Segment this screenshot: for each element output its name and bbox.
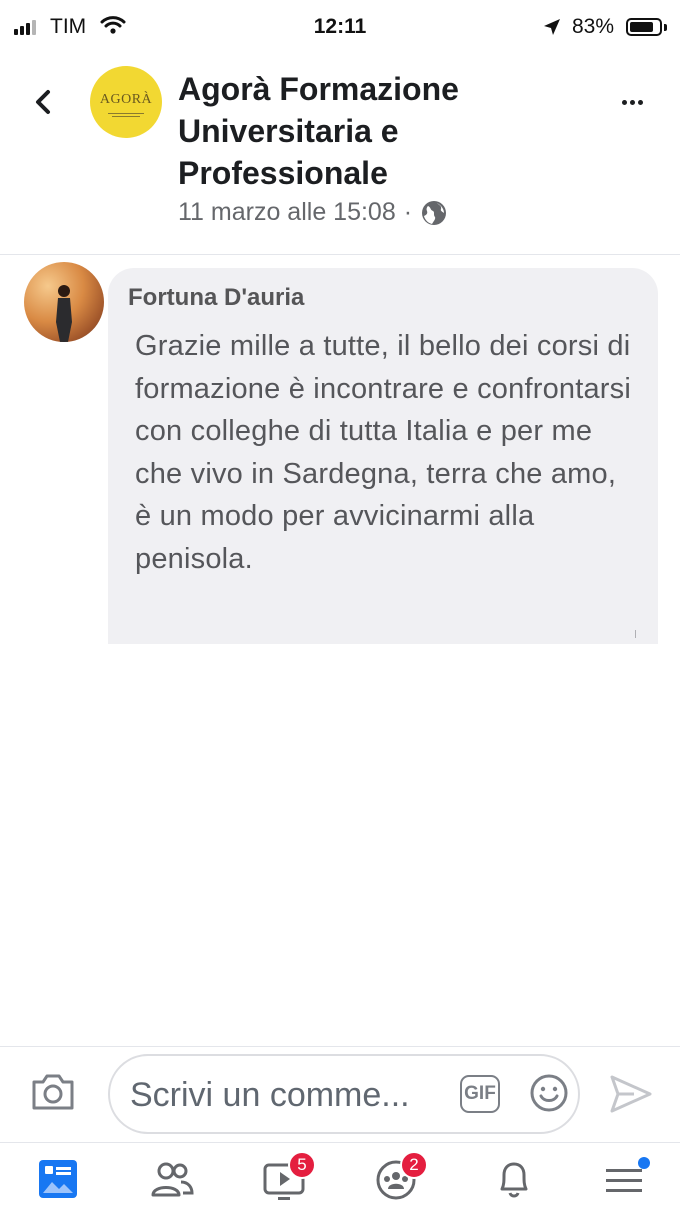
post-header: AGORÀ Agorà Formazione Universitaria e P… bbox=[0, 56, 680, 252]
bell-icon bbox=[500, 1162, 528, 1198]
battery-percent: 83% bbox=[572, 15, 615, 38]
post-date[interactable]: 11 marzo alle 15:08 bbox=[178, 198, 396, 227]
status-bar: TIM 12:11 83% bbox=[0, 0, 680, 56]
person-silhouette bbox=[56, 285, 72, 342]
groups-badge: 2 bbox=[400, 1151, 428, 1179]
bottom-nav: 5 2 bbox=[0, 1143, 680, 1220]
location-arrow-icon bbox=[542, 17, 562, 42]
comment-input[interactable] bbox=[130, 1076, 450, 1115]
logo-subtitle-line bbox=[108, 113, 144, 114]
divider bbox=[0, 254, 680, 255]
commenter-name[interactable]: Fortuna D'auria bbox=[128, 284, 304, 312]
tab-notifications[interactable] bbox=[490, 1155, 546, 1211]
battery-icon bbox=[626, 18, 662, 36]
back-button[interactable] bbox=[24, 82, 64, 122]
tab-friends[interactable] bbox=[148, 1155, 204, 1211]
tab-watch[interactable]: 5 bbox=[260, 1151, 316, 1211]
comment-field[interactable]: GIF bbox=[108, 1054, 580, 1134]
comment-text: Grazie mille a tutte, il bello dei corsi… bbox=[135, 330, 632, 575]
tab-news-feed[interactable] bbox=[34, 1155, 90, 1211]
page-logo: AGORÀ bbox=[99, 92, 153, 107]
post-meta: 11 marzo alle 15:08 · bbox=[178, 198, 448, 227]
commenter-avatar[interactable] bbox=[24, 262, 104, 342]
more-options-button[interactable] bbox=[622, 100, 643, 105]
send-button[interactable] bbox=[606, 1073, 654, 1120]
gif-button[interactable]: GIF bbox=[460, 1075, 500, 1113]
emoji-button[interactable] bbox=[528, 1072, 570, 1119]
battery-cap bbox=[664, 24, 667, 31]
scroll-indicator bbox=[635, 630, 636, 638]
chevron-left-icon bbox=[36, 90, 50, 114]
page-avatar[interactable]: AGORÀ bbox=[90, 66, 162, 138]
menu-notification-dot bbox=[638, 1157, 650, 1169]
send-icon bbox=[610, 1075, 652, 1113]
tab-menu[interactable] bbox=[600, 1155, 656, 1211]
watch-badge: 5 bbox=[288, 1151, 316, 1179]
meta-separator: · bbox=[403, 198, 413, 226]
smiley-icon bbox=[530, 1074, 568, 1112]
comment-bubble: Fortuna D'auria Grazie mille a tutte, il… bbox=[108, 268, 658, 644]
divider bbox=[0, 1046, 680, 1047]
friends-icon bbox=[151, 1162, 194, 1197]
camera-icon bbox=[32, 1074, 74, 1110]
page-title[interactable]: Agorà Formazione Universitaria e Profess… bbox=[178, 68, 538, 194]
camera-button[interactable] bbox=[30, 1072, 76, 1117]
tab-groups[interactable]: 2 bbox=[372, 1151, 428, 1211]
news-feed-icon bbox=[39, 1160, 77, 1198]
globe-icon bbox=[422, 200, 447, 225]
logo-subtitle-line bbox=[112, 116, 140, 117]
